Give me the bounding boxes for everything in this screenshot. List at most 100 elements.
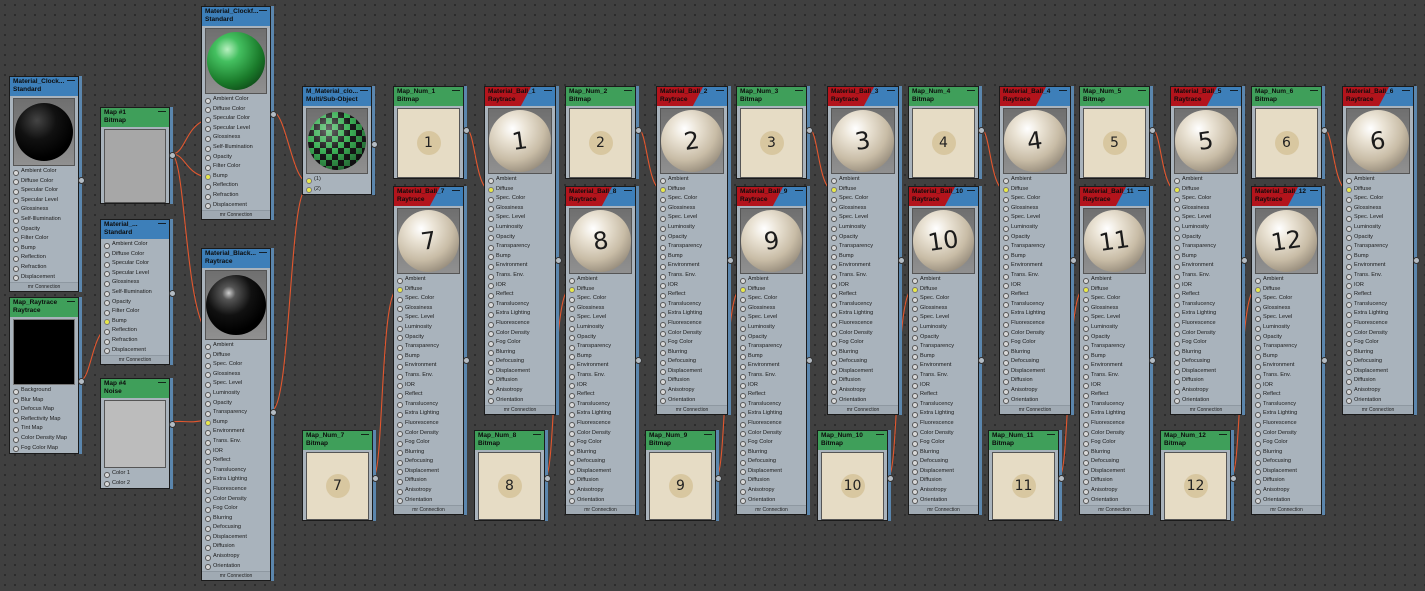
socket-icon[interactable] — [1083, 469, 1089, 476]
socket-icon[interactable] — [397, 344, 403, 351]
socket-icon[interactable] — [740, 498, 746, 505]
output-socket-icon[interactable] — [372, 475, 379, 482]
socket-icon[interactable] — [488, 350, 494, 357]
socket-icon[interactable] — [13, 188, 19, 195]
socket-icon[interactable] — [13, 265, 19, 272]
socket-icon[interactable] — [1346, 331, 1352, 338]
socket-icon[interactable] — [397, 363, 403, 370]
socket-icon[interactable] — [1083, 325, 1089, 332]
socket-icon[interactable] — [569, 469, 575, 476]
socket-icon[interactable] — [569, 325, 575, 332]
input-socket-row[interactable]: Fog Color — [202, 504, 270, 514]
input-socket-row[interactable]: Spec. Color — [394, 294, 463, 304]
socket-icon[interactable] — [1346, 388, 1352, 395]
socket-icon[interactable] — [1083, 411, 1089, 418]
socket-icon[interactable] — [660, 331, 666, 338]
socket-icon[interactable] — [205, 362, 211, 369]
socket-icon[interactable] — [1346, 283, 1352, 290]
socket-icon[interactable] — [1255, 392, 1261, 399]
socket-icon[interactable] — [488, 302, 494, 309]
input-socket-row[interactable]: IOR — [909, 381, 978, 391]
node-header[interactable]: Material_Ball_7 Raytrace — — [394, 186, 463, 206]
node-header[interactable]: Map_Num_11 Bitmap — — [989, 430, 1058, 450]
node-map-num-5[interactable]: Map_Num_5 Bitmap — 5 — [1079, 86, 1156, 179]
output-socket-icon[interactable] — [978, 127, 985, 134]
socket-icon[interactable] — [397, 459, 403, 466]
input-socket-row[interactable]: Color Density — [1000, 329, 1070, 339]
node-map-raytrace[interactable]: Map_Raytrace Raytrace — Background Blur Map D… — [9, 297, 85, 455]
input-socket-row[interactable]: IOR — [394, 381, 463, 391]
input-socket-row[interactable]: Fog Color Map — [10, 444, 78, 454]
socket-icon[interactable] — [13, 436, 19, 443]
input-socket-row[interactable]: Luminosity — [657, 223, 727, 233]
socket-icon[interactable] — [205, 155, 211, 162]
socket-icon[interactable] — [1083, 421, 1089, 428]
input-socket-row[interactable]: Displacement — [202, 533, 270, 543]
node-header[interactable]: Map_Num_1 Bitmap — — [394, 86, 463, 106]
mr-connection-footer[interactable]: mr Connection — [1252, 505, 1321, 515]
node-material-ball-4[interactable]: Material_Ball_4 Raytrace — 4 Ambient Diffuse S… — [999, 86, 1077, 416]
socket-icon[interactable] — [1174, 196, 1180, 203]
socket-icon[interactable] — [569, 306, 575, 313]
socket-icon[interactable] — [1003, 196, 1009, 203]
input-socket-row[interactable]: Anisotropy — [202, 552, 270, 562]
input-socket-row[interactable]: Diffuse Color — [101, 250, 169, 260]
socket-icon[interactable] — [1346, 235, 1352, 242]
input-socket-row[interactable]: Extra Lighting — [202, 475, 270, 485]
socket-icon[interactable] — [205, 107, 211, 114]
socket-icon[interactable] — [1003, 350, 1009, 357]
input-socket-row[interactable]: Spec. Level — [1171, 213, 1241, 223]
input-socket-row[interactable]: Blurring — [566, 448, 635, 458]
socket-icon[interactable] — [1003, 235, 1009, 242]
node-header[interactable]: Map #1 Bitmap — — [101, 107, 169, 127]
socket-icon[interactable] — [205, 429, 211, 436]
socket-icon[interactable] — [205, 174, 211, 181]
mr-connection-footer[interactable]: mr Connection — [1343, 405, 1413, 415]
socket-icon[interactable] — [1083, 306, 1089, 313]
socket-icon[interactable] — [397, 306, 403, 313]
input-socket-row[interactable]: Fog Color — [1252, 438, 1321, 448]
socket-icon[interactable] — [1174, 283, 1180, 290]
socket-icon[interactable] — [1255, 421, 1261, 428]
input-socket-row[interactable]: Diffuse — [909, 285, 978, 295]
input-socket-row[interactable]: (1) — [303, 175, 371, 185]
socket-icon[interactable] — [912, 287, 918, 294]
output-socket-icon[interactable] — [1321, 127, 1328, 134]
socket-icon[interactable] — [104, 261, 110, 268]
socket-icon[interactable] — [205, 135, 211, 142]
input-socket-row[interactable]: Defocusing — [566, 457, 635, 467]
minimize-icon[interactable]: — — [624, 86, 632, 95]
minimize-icon[interactable]: — — [361, 430, 369, 439]
input-socket-row[interactable]: Blurring — [394, 448, 463, 458]
node-header[interactable]: Material_Ball_4 Raytrace — — [1000, 86, 1070, 106]
input-socket-row[interactable]: Defocusing — [485, 357, 555, 367]
input-socket-row[interactable]: Diffuse — [1000, 185, 1070, 195]
socket-icon[interactable] — [205, 554, 211, 561]
input-socket-row[interactable]: Bump — [394, 352, 463, 362]
output-socket-icon[interactable] — [898, 257, 905, 264]
input-socket-row[interactable]: Opacity — [909, 333, 978, 343]
output-socket-icon[interactable] — [806, 357, 813, 364]
node-header[interactable]: Material_Ball_5 Raytrace — — [1171, 86, 1241, 106]
socket-icon[interactable] — [1003, 340, 1009, 347]
socket-icon[interactable] — [1346, 398, 1352, 405]
input-socket-row[interactable]: Trans. Env. — [394, 371, 463, 381]
socket-icon[interactable] — [488, 292, 494, 299]
socket-icon[interactable] — [1346, 359, 1352, 366]
input-socket-row[interactable]: IOR — [1252, 381, 1321, 391]
socket-icon[interactable] — [1174, 225, 1180, 232]
input-socket-row[interactable]: Background — [10, 386, 78, 396]
socket-icon[interactable] — [660, 273, 666, 280]
node-header[interactable]: Map_Num_7 Bitmap — — [303, 430, 372, 450]
socket-icon[interactable] — [13, 198, 19, 205]
node-material-ball-10[interactable]: Material_Ball_10 Raytrace — 10 Ambient Diffus… — [908, 186, 985, 516]
input-socket-row[interactable]: Translucency — [1000, 300, 1070, 310]
socket-icon[interactable] — [740, 315, 746, 322]
input-socket-row[interactable]: Specular Level — [101, 269, 169, 279]
input-socket-row[interactable]: Environment — [566, 361, 635, 371]
input-socket-row[interactable]: Luminosity — [1080, 323, 1149, 333]
socket-icon[interactable] — [831, 244, 837, 251]
input-socket-row[interactable]: Displacement — [10, 273, 78, 283]
input-socket-row[interactable]: Transparency — [202, 408, 270, 418]
socket-icon[interactable] — [488, 206, 494, 213]
